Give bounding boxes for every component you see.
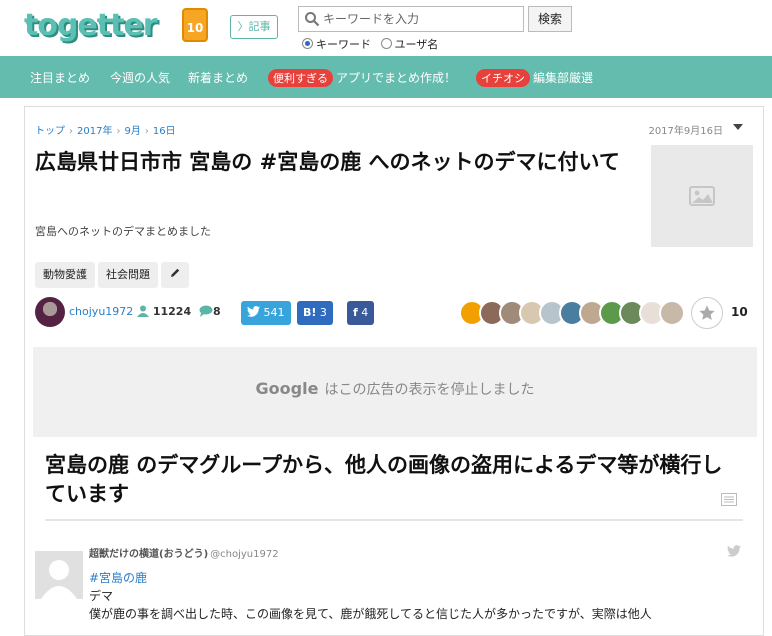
view-count: 11224 bbox=[152, 305, 192, 318]
nav-item-app-label: アプリでまとめ作成！ bbox=[336, 71, 457, 85]
facebook-share-button[interactable]: f 4 bbox=[347, 301, 375, 325]
radio-keyword-dot[interactable] bbox=[302, 38, 313, 49]
view-stats: 11224 8 bbox=[137, 305, 221, 318]
tweet-text-line: デマ bbox=[89, 589, 114, 603]
tweet-author[interactable]: 超獣だけの横道(おうどう) @chojyu1972 bbox=[89, 545, 279, 560]
article-card: トップ › 2017年 › 9月 › 16日 2017年9月16日 広島県廿日市市 宮島の … bbox=[24, 106, 764, 636]
twitter-count: 541 bbox=[263, 306, 285, 319]
pencil-icon bbox=[171, 268, 180, 277]
divider bbox=[45, 519, 743, 521]
radio-username-dot[interactable] bbox=[380, 38, 392, 49]
section-heading: 宮島の鹿 のデマグループから、他人の画像の盗用によるデマ等が横行しています bbox=[45, 453, 723, 506]
default-user-icon bbox=[41, 560, 77, 599]
search-mode-radios: キーワード ユーザ名 bbox=[302, 36, 444, 52]
image-placeholder-icon bbox=[689, 186, 715, 206]
badge-useful: 便利すぎる bbox=[268, 69, 333, 87]
article-description: 宮島へのネットのデマまとめました bbox=[35, 225, 211, 238]
person-icon bbox=[137, 305, 149, 317]
radio-keyword[interactable]: キーワード bbox=[302, 36, 371, 52]
nav-item-featured[interactable]: 注目まとめ bbox=[30, 69, 90, 86]
page-title: 広島県廿日市市 宮島の #宮島の鹿 へのネットのデマに付いて bbox=[35, 150, 620, 174]
twitter-bird-icon bbox=[247, 306, 260, 317]
tag-social-issue[interactable]: 社会問題 bbox=[98, 262, 158, 288]
article-button[interactable]: 〉記事 bbox=[230, 15, 278, 39]
breadcrumb-top[interactable]: トップ bbox=[35, 126, 65, 137]
tweet-author-name: 超獣だけの横道(おうどう) bbox=[89, 549, 209, 560]
badge-recommend: イチオシ bbox=[476, 69, 530, 87]
author-avatar[interactable] bbox=[35, 297, 65, 327]
togetter-logo[interactable]: togetter 10 bbox=[24, 8, 212, 44]
tweet-author-handle: @chojyu1972 bbox=[210, 549, 279, 560]
chevron-down-icon[interactable] bbox=[733, 124, 743, 130]
list-icon[interactable] bbox=[721, 493, 737, 506]
nav-item-new[interactable]: 新着まとめ bbox=[188, 69, 248, 86]
site-header: togetter 10 〉記事 検索 キーワード ユーザ名 bbox=[0, 0, 772, 56]
fav-avatar[interactable] bbox=[659, 300, 685, 326]
twitter-bird-icon[interactable] bbox=[727, 545, 741, 557]
nav-item-weekly[interactable]: 今週の人気 bbox=[110, 69, 170, 86]
comment-icon bbox=[199, 305, 213, 317]
breadcrumb: トップ › 2017年 › 9月 › 16日 bbox=[35, 126, 176, 137]
tweet-item: 超獣だけの横道(おうどう) @chojyu1972 #宮島の鹿 デマ 僕が鹿の事を… bbox=[35, 543, 755, 633]
ad-stopped-message: はこの広告の表示を停止しました bbox=[324, 382, 535, 398]
hatena-label: B! bbox=[303, 306, 317, 319]
tag-list: 動物愛護 社会問題 bbox=[35, 262, 192, 288]
hatena-count: 3 bbox=[319, 306, 327, 319]
comment-count: 8 bbox=[212, 305, 221, 318]
nav-item-editor-pick[interactable]: イチオシ 編集部厳選 bbox=[476, 69, 593, 87]
facebook-count: 4 bbox=[361, 306, 369, 319]
favorite-count: 10 bbox=[731, 305, 748, 319]
breadcrumb-year[interactable]: 2017年 bbox=[77, 126, 112, 137]
hatena-bookmark-button[interactable]: B! 3 bbox=[297, 301, 333, 325]
radio-keyword-label: キーワード bbox=[316, 38, 371, 51]
radio-username[interactable]: ユーザ名 bbox=[380, 36, 439, 52]
breadcrumb-month[interactable]: 9月 bbox=[124, 126, 140, 137]
star-icon bbox=[699, 305, 715, 320]
breadcrumb-day[interactable]: 16日 bbox=[153, 126, 176, 137]
tweet-text-line: 僕が鹿の事を調べ出した時、この画像を見て、鹿が餓死してると信じた人が多かったです… bbox=[89, 607, 652, 621]
twitter-share-button[interactable]: 541 bbox=[241, 301, 291, 325]
favorite-button[interactable] bbox=[691, 297, 723, 329]
facebook-label: f bbox=[353, 306, 358, 319]
logo-badge: 10 bbox=[182, 8, 208, 42]
tweet-hashtag[interactable]: #宮島の鹿 bbox=[89, 569, 147, 586]
nav-item-editor-label: 編集部厳選 bbox=[533, 71, 594, 85]
article-date: 2017年9月16日 bbox=[648, 126, 723, 137]
author-name[interactable]: chojyu1972 bbox=[69, 305, 133, 318]
tag-animal-welfare[interactable]: 動物愛護 bbox=[35, 262, 95, 288]
main-nav: 注目まとめ 今週の人気 新着まとめ 便利すぎる アプリでまとめ作成！ イチオシ 編集… bbox=[0, 56, 772, 98]
search-box bbox=[298, 6, 524, 32]
radio-username-label: ユーザ名 bbox=[394, 38, 439, 51]
edit-tags-button[interactable] bbox=[161, 262, 189, 288]
thumbnail bbox=[651, 145, 753, 247]
author-stats-row: chojyu1972 11224 8 541 B! 3 f 4 10 bbox=[35, 297, 760, 329]
google-wordmark: Google bbox=[255, 379, 319, 398]
logo-text: togetter bbox=[24, 8, 158, 43]
search-button[interactable]: 検索 bbox=[528, 6, 572, 32]
nav-item-app[interactable]: 便利すぎる アプリでまとめ作成！ bbox=[268, 69, 456, 87]
search-input[interactable] bbox=[323, 9, 519, 29]
ad-area: Google はこの広告の表示を停止しました bbox=[33, 347, 757, 437]
tweet-avatar[interactable] bbox=[35, 551, 83, 599]
search-icon bbox=[305, 12, 320, 27]
